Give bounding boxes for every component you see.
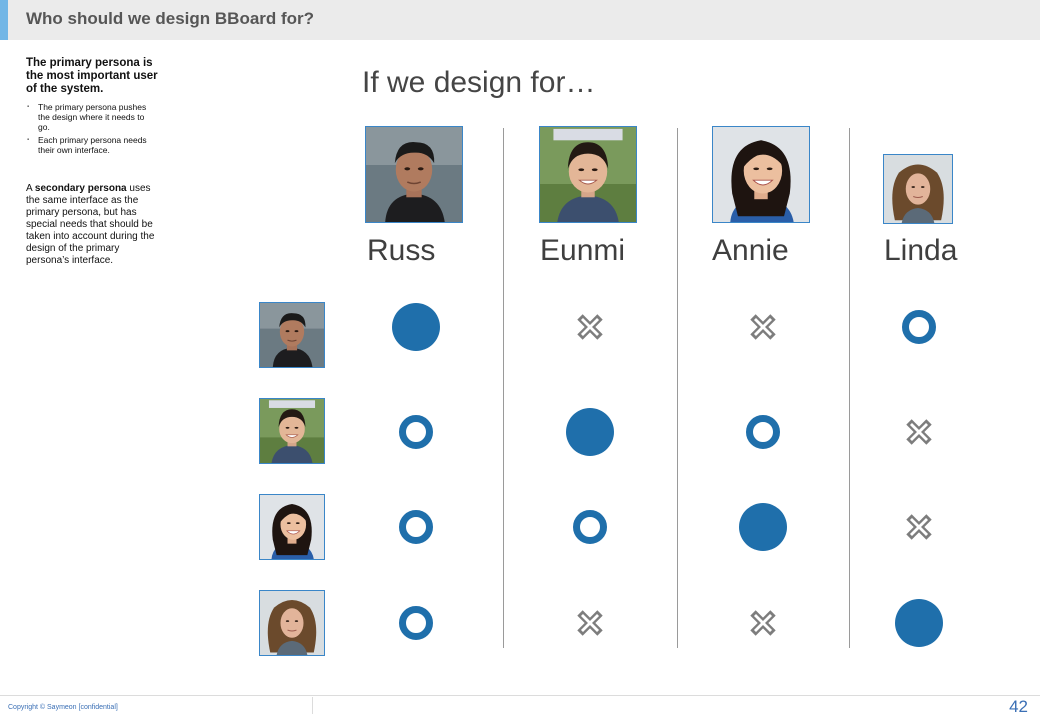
matrix-mark-secondary xyxy=(573,510,607,544)
matrix-mark-secondary xyxy=(399,510,433,544)
matrix-mark-primary xyxy=(566,408,614,456)
row-photo-annie xyxy=(259,494,325,560)
slide-title: Who should we design BBoard for? xyxy=(26,9,315,28)
matrix-mark-secondary xyxy=(399,606,433,640)
bullet-item: Each primary persona needs their own int… xyxy=(26,135,158,155)
matrix-mark-primary xyxy=(392,303,440,351)
matrix-mark-primary xyxy=(895,599,943,647)
column-divider xyxy=(849,128,850,648)
column-photo-eunmi xyxy=(539,126,637,223)
secondary-term: secondary persona xyxy=(34,183,127,194)
secondary-persona-paragraph: A secondary persona uses the same interf… xyxy=(26,183,158,267)
column-divider xyxy=(677,128,678,648)
column-photo-russ xyxy=(365,126,463,223)
slide-header: Who should we design BBoard for? xyxy=(0,0,1040,40)
secondary-prefix: A xyxy=(26,183,35,194)
sidebar-notes: The primary persona is the most importan… xyxy=(26,57,158,267)
matrix-mark-not-served xyxy=(902,415,936,449)
matrix-mark-not-served xyxy=(573,310,607,344)
matrix-mark-secondary xyxy=(399,415,433,449)
column-divider xyxy=(503,128,504,648)
matrix-mark-not-served xyxy=(902,510,936,544)
matrix-mark-primary xyxy=(739,503,787,551)
column-name-russ: Russ xyxy=(367,234,436,267)
matrix-mark-not-served xyxy=(746,310,780,344)
row-photo-russ xyxy=(259,302,325,368)
primary-persona-bullets: The primary persona pushes the design wh… xyxy=(26,102,158,155)
row-photo-eunmi xyxy=(259,398,325,464)
matrix-mark-not-served xyxy=(746,606,780,640)
column-photo-annie xyxy=(712,126,810,223)
footer-divider xyxy=(0,695,1040,696)
row-photo-linda xyxy=(259,590,325,656)
matrix-mark-not-served xyxy=(573,606,607,640)
column-name-annie: Annie xyxy=(712,234,789,267)
copyright-text: Copyright © Saymeon [confidential] xyxy=(8,704,118,711)
secondary-description: uses the same interface as the primary p… xyxy=(26,183,155,266)
footer-separator xyxy=(312,697,313,714)
matrix-mark-secondary xyxy=(746,415,780,449)
column-photo-linda xyxy=(883,154,953,224)
matrix-mark-secondary xyxy=(902,310,936,344)
primary-persona-heading: The primary persona is the most importan… xyxy=(26,57,158,95)
bullet-item: The primary persona pushes the design wh… xyxy=(26,102,158,132)
column-name-eunmi: Eunmi xyxy=(540,234,626,267)
page-number: 42 xyxy=(1009,697,1028,716)
column-name-linda: Linda xyxy=(884,234,958,267)
matrix-heading: If we design for… xyxy=(362,66,596,99)
